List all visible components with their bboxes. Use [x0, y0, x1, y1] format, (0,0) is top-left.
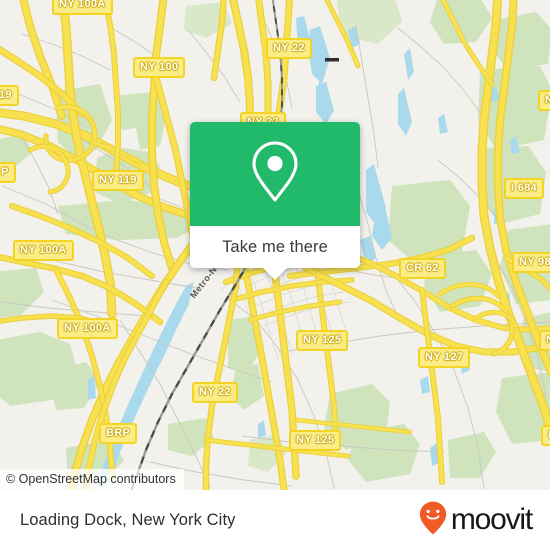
popup-action-bar[interactable]: Take me there [190, 226, 360, 280]
popup-pointer-tail [262, 267, 288, 280]
road-shield: NY 984 [512, 252, 550, 273]
road-shield: N [538, 90, 550, 111]
road-shield: NY 127 [418, 347, 471, 368]
map-pin-icon [249, 139, 301, 210]
moovit-brand[interactable]: moovit [418, 500, 533, 541]
road-shield: 19 [0, 85, 19, 106]
road-shield: NY 100 [133, 57, 186, 78]
road-shield: CR 62 [399, 258, 446, 279]
map-screen: .rd { fill:none; stroke:#f7e14e; stroke-… [0, 0, 550, 550]
moovit-smiley-pin-icon [418, 500, 448, 541]
bottom-bar: Loading Dock, New York City moovit [0, 490, 550, 550]
road-shield: NY 100A [13, 240, 74, 261]
road-shield: NY 100A [52, 0, 113, 15]
road-shield: NY 22 [266, 38, 312, 59]
road-shield: NY 22 [192, 382, 238, 403]
osm-attribution[interactable]: © OpenStreetMap contributors [0, 469, 184, 490]
place-title: Loading Dock, New York City [20, 510, 236, 529]
road-shield: BRP [99, 423, 138, 444]
road-shield: N [541, 425, 550, 446]
road-shield: NY 125 [296, 330, 349, 351]
road-shield: NY 125 [289, 430, 342, 451]
road-shield: N [539, 330, 550, 351]
road-shield: P [0, 162, 16, 183]
road-shield: I 684 [504, 178, 544, 199]
moovit-wordmark: moovit [450, 503, 533, 536]
road-shield: NY 119 [92, 170, 144, 191]
popup-image-area [190, 122, 360, 226]
road-shield: NY 100A [57, 318, 118, 339]
take-me-there-label: Take me there [222, 237, 328, 256]
destination-popup[interactable]: Take me there [190, 122, 360, 280]
